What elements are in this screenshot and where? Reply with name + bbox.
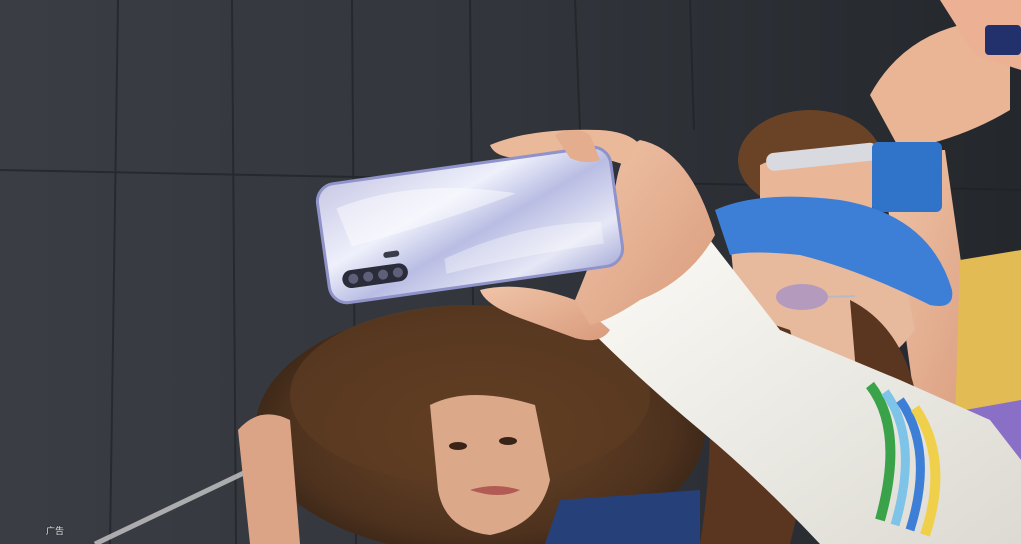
tinted-glasses xyxy=(776,284,828,310)
wristband xyxy=(872,142,942,212)
video-frame: 广告 xyxy=(0,0,1021,544)
advert-scene xyxy=(0,0,1021,544)
ad-label: 广告 xyxy=(46,527,65,537)
